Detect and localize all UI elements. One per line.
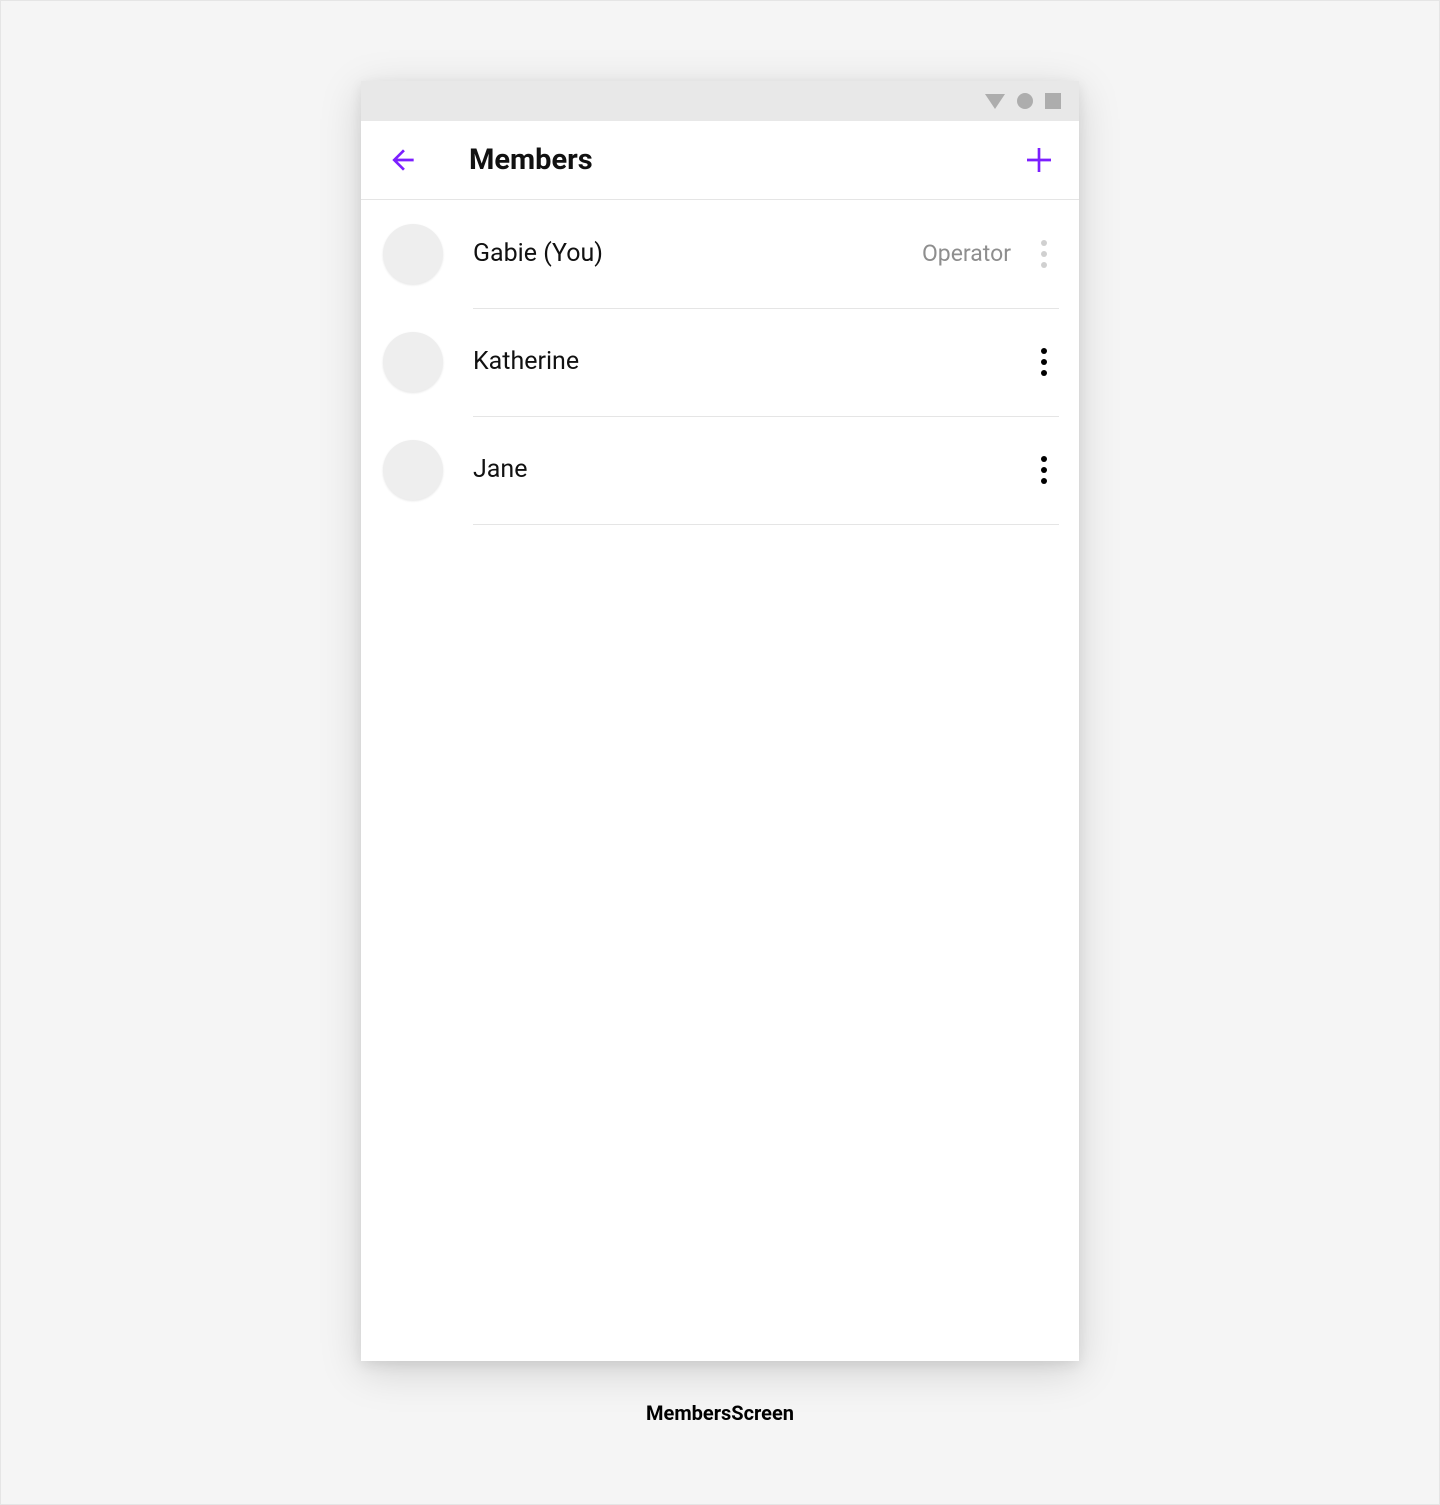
page-title: Members bbox=[469, 143, 1019, 177]
add-member-button[interactable] bbox=[1019, 140, 1059, 180]
avatar bbox=[383, 224, 443, 284]
members-list: Gabie (You)Operator Katherine Jane bbox=[361, 200, 1079, 1361]
member-row[interactable]: Jane bbox=[361, 416, 1079, 524]
member-more-button[interactable] bbox=[1029, 450, 1059, 490]
more-vertical-icon bbox=[1041, 348, 1047, 376]
member-role: Operator bbox=[922, 240, 1011, 267]
more-vertical-icon bbox=[1041, 240, 1047, 268]
member-row-content: Jane bbox=[473, 416, 1059, 525]
more-vertical-icon bbox=[1041, 456, 1047, 484]
member-name: Gabie (You) bbox=[473, 239, 922, 268]
member-row[interactable]: Katherine bbox=[361, 308, 1079, 416]
avatar bbox=[383, 440, 443, 500]
status-square-icon bbox=[1045, 93, 1061, 109]
member-row-content: Katherine bbox=[473, 308, 1059, 417]
status-circle-icon bbox=[1017, 93, 1033, 109]
member-row-content: Gabie (You)Operator bbox=[473, 200, 1059, 309]
avatar bbox=[383, 332, 443, 392]
member-more-button bbox=[1029, 234, 1059, 274]
device-frame: Members Gabie (You)Operator Katherine Jane bbox=[361, 81, 1079, 1361]
member-name: Katherine bbox=[473, 347, 1029, 376]
status-triangle-icon bbox=[985, 94, 1005, 109]
back-button[interactable] bbox=[383, 140, 423, 180]
status-bar bbox=[361, 81, 1079, 121]
app-bar: Members bbox=[361, 121, 1079, 200]
member-name: Jane bbox=[473, 455, 1029, 484]
member-more-button[interactable] bbox=[1029, 342, 1059, 382]
plus-icon bbox=[1023, 144, 1055, 176]
screen-label: MembersScreen bbox=[646, 1401, 794, 1425]
member-row[interactable]: Gabie (You)Operator bbox=[361, 200, 1079, 308]
arrow-left-icon bbox=[387, 144, 419, 176]
